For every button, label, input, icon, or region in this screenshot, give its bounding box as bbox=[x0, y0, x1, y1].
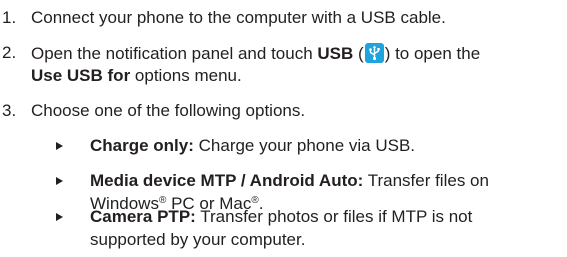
step-text: Connect your phone to the computer with … bbox=[31, 8, 446, 27]
option-desc: Transfer photos or files if MTP is not bbox=[195, 207, 473, 226]
usb-icon bbox=[364, 43, 384, 63]
step-number: 3. bbox=[2, 101, 17, 120]
bullet-triangle-icon bbox=[56, 213, 63, 221]
paren-close: ) to open the bbox=[384, 44, 481, 63]
step-text-pre: Open the notification panel and touch bbox=[31, 44, 318, 63]
step-number: 1. bbox=[2, 8, 17, 27]
bullet-triangle-icon bbox=[56, 142, 63, 150]
use-usb-for-label: Use USB for bbox=[31, 66, 131, 85]
option-label: Media device MTP / Android Auto: bbox=[90, 171, 364, 190]
usb-label: USB bbox=[317, 44, 354, 63]
option-label: Camera PTP: bbox=[90, 207, 196, 226]
registered-mark: ® bbox=[251, 195, 259, 206]
option-desc: Charge your phone via USB. bbox=[193, 136, 416, 155]
paren-open: ( bbox=[353, 44, 364, 63]
bullet-triangle-icon bbox=[56, 177, 63, 185]
step-number: 2. bbox=[2, 43, 17, 62]
option-text: Media device MTP / Android Auto: Transfe… bbox=[90, 171, 489, 191]
option-text: Camera PTP: Transfer photos or files if … bbox=[90, 207, 472, 227]
step-text-line-2: Use USB for options menu. bbox=[31, 66, 242, 86]
option-label: Charge only: bbox=[90, 136, 194, 155]
step-text-line-1: Open the notification panel and touch US… bbox=[31, 43, 480, 64]
option-text: Charge only: Charge your phone via USB. bbox=[90, 136, 415, 156]
step-text-post: options menu. bbox=[130, 66, 242, 85]
step-text: Choose one of the following options. bbox=[31, 101, 306, 120]
instruction-document: 1. Connect your phone to the computer wi… bbox=[0, 0, 567, 257]
option-desc: Transfer files on bbox=[363, 171, 489, 190]
option-text-line-2: supported by your computer. bbox=[90, 230, 306, 249]
